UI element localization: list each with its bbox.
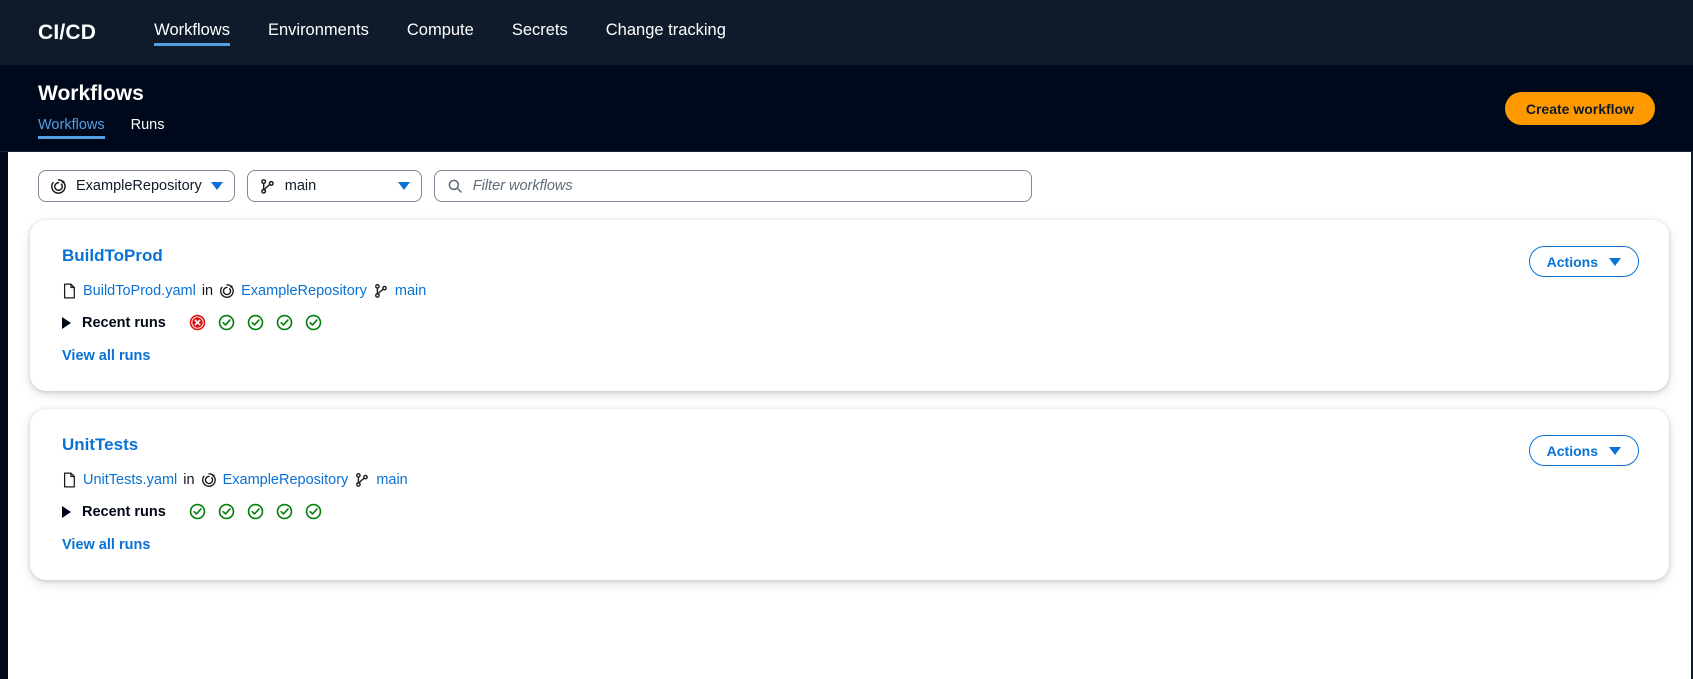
workflow-file-link[interactable]: UnitTests.yaml <box>83 472 177 488</box>
recent-runs-label: Recent runs <box>82 314 166 331</box>
branch-icon <box>354 472 370 488</box>
view-all-runs-link[interactable]: View all runs <box>62 348 150 364</box>
tab-runs[interactable]: Runs <box>131 117 165 139</box>
workflow-name-link[interactable]: UnitTests <box>62 435 138 455</box>
repository-icon <box>50 178 67 195</box>
repository-icon <box>219 283 235 299</box>
chevron-down-icon <box>210 182 223 190</box>
workflow-card-list: BuildToProd BuildToProd.yaml in ExampleRepo… <box>30 220 1669 580</box>
nav-link-environments[interactable]: Environments <box>268 21 369 45</box>
nav-link-compute[interactable]: Compute <box>407 21 474 45</box>
actions-button-label: Actions <box>1546 442 1598 459</box>
page-header: Workflows Workflows Runs Create workflow <box>0 65 1693 152</box>
run-status-icons <box>189 314 322 331</box>
actions-button[interactable]: Actions <box>1528 246 1639 277</box>
meta-in-word: in <box>201 283 214 299</box>
recent-runs-row: Recent runs <box>62 503 1639 520</box>
workflow-card: UnitTests UnitTests.yaml in ExampleReposito… <box>30 409 1669 580</box>
filter-workflows-search[interactable] <box>433 170 1032 202</box>
run-status-success-icon[interactable] <box>276 314 293 331</box>
filter-bar: ExampleRepository main <box>30 170 1669 202</box>
expand-triangle-icon[interactable] <box>62 505 71 518</box>
branch-link[interactable]: main <box>376 472 407 488</box>
expand-triangle-icon[interactable] <box>62 316 71 329</box>
branch-icon <box>259 178 276 195</box>
top-nav-links: Workflows Environments Compute Secrets Chang… <box>154 0 726 65</box>
run-status-success-icon[interactable] <box>247 314 264 331</box>
search-icon <box>447 178 463 194</box>
chevron-down-icon <box>1609 446 1621 455</box>
run-status-success-icon[interactable] <box>305 503 322 520</box>
app-brand: CI/CD <box>38 20 97 44</box>
page-title: Workflows <box>38 81 144 105</box>
actions-button-label: Actions <box>1546 253 1598 270</box>
nav-link-secrets[interactable]: Secrets <box>512 21 568 45</box>
search-input[interactable] <box>472 178 1019 194</box>
branch-link[interactable]: main <box>395 283 426 299</box>
run-status-success-icon[interactable] <box>305 314 322 331</box>
nav-link-workflows[interactable]: Workflows <box>154 21 230 46</box>
view-all-runs-link[interactable]: View all runs <box>62 537 150 553</box>
run-status-success-icon[interactable] <box>247 503 264 520</box>
repository-select[interactable]: ExampleRepository <box>38 170 235 202</box>
nav-link-change-tracking[interactable]: Change tracking <box>606 21 726 45</box>
main-content: ExampleRepository main Filter workflows … <box>8 152 1693 679</box>
create-workflow-button[interactable]: Create workflow <box>1504 92 1655 125</box>
actions-button[interactable]: Actions <box>1528 435 1639 466</box>
run-status-success-icon[interactable] <box>218 314 235 331</box>
repository-link[interactable]: ExampleRepository <box>223 472 349 488</box>
file-icon <box>62 472 77 488</box>
run-status-success-icon[interactable] <box>276 503 293 520</box>
run-status-success-icon[interactable] <box>218 503 235 520</box>
chevron-down-icon <box>1609 257 1621 266</box>
repository-icon <box>201 472 217 488</box>
content-wrapper: ExampleRepository main Filter workflows … <box>0 152 1693 679</box>
recent-runs-row: Recent runs <box>62 314 1639 331</box>
repository-link[interactable]: ExampleRepository <box>241 283 367 299</box>
workflow-file-link[interactable]: BuildToProd.yaml <box>83 283 196 299</box>
run-status-failed-icon[interactable] <box>189 314 206 331</box>
workflow-meta-row: UnitTests.yaml in ExampleRepository main <box>62 472 1639 488</box>
workflows-page: CI/CD Workflows Environments Compute Secret… <box>0 0 1693 679</box>
branch-select[interactable]: main <box>246 170 422 202</box>
workflow-meta-row: BuildToProd.yaml in ExampleRepository main <box>62 283 1639 299</box>
recent-runs-label: Recent runs <box>82 503 166 520</box>
file-icon <box>62 283 77 299</box>
workflow-card: BuildToProd BuildToProd.yaml in ExampleRepo… <box>30 220 1669 391</box>
tab-workflows[interactable]: Workflows <box>38 117 105 139</box>
branch-icon <box>373 283 389 299</box>
workflow-name-link[interactable]: BuildToProd <box>62 246 163 266</box>
repository-select-value: ExampleRepository <box>76 178 202 194</box>
top-navigation-bar: CI/CD Workflows Environments Compute Secret… <box>0 0 1693 65</box>
run-status-icons <box>189 503 322 520</box>
run-status-success-icon[interactable] <box>189 503 206 520</box>
branch-select-value: main <box>284 178 317 194</box>
meta-in-word: in <box>183 472 195 488</box>
page-subtabs: Workflows Runs <box>38 117 1655 139</box>
left-gutter <box>0 152 8 679</box>
chevron-down-icon <box>397 182 410 190</box>
